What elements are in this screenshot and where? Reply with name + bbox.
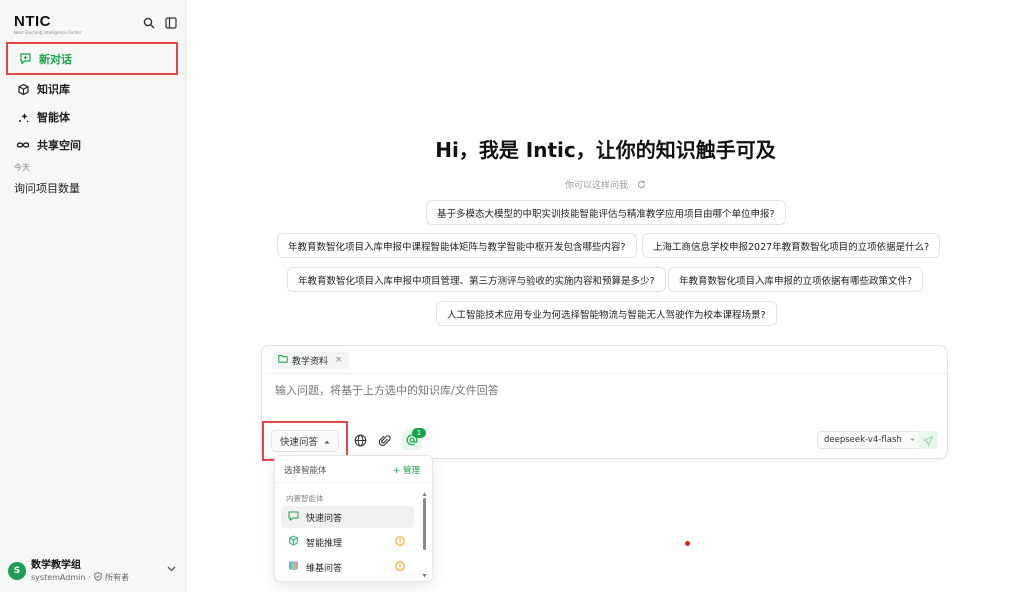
agent-option-wiki-qa[interactable]: 维基问答 [281,556,414,578]
caret-down-icon [910,435,915,445]
sidebar-item-label: 新对话 [39,52,72,66]
main-area: Hi，我是 Intic，让你的知识触手可及 你可以这样问我 基于多模态大模型的中… [187,0,1024,592]
caret-down-icon [324,436,330,447]
sidebar-item-label: 智能体 [37,111,70,124]
sidebar-toggle-icon[interactable] [164,16,178,30]
folder-icon [278,354,288,366]
dropdown-header: 选择智能体 [284,466,327,476]
agent-option-label: 智能推理 [306,538,343,549]
page-title: Hi，我是 Intic，让你的知识触手可及 [435,138,776,162]
model-selector[interactable]: deepseek-v4-flash [817,431,922,449]
warning-icon [395,535,405,549]
sidebar-item-new-chat[interactable]: 新对话 [6,42,178,75]
paperclip-icon[interactable] [378,433,392,447]
book-icon [288,560,299,574]
user-name: 数学教学组 [31,559,81,571]
count-badge: 1 [412,428,426,438]
sidebar-item-agents[interactable]: 智能体 [6,103,178,131]
sidebar: NTIC Next Teaching Intelligence Center 新… [0,0,186,592]
chevron-down-icon[interactable] [167,564,176,575]
suggestion-chip[interactable]: 基于多模态大模型的中职实训技能智能评估与精准教学应用项目由哪个单位申报? [426,200,786,225]
suggestion-chip[interactable]: 年教育数智化项目入库申报中课程智能体矩阵与教学智能中枢开发包含哪些内容? [277,233,637,258]
history-item[interactable]: 询问项目数量 [14,180,80,196]
chat-composer: 教学资料 × 快速问答 [261,345,948,461]
refresh-icon[interactable] [637,180,646,192]
manage-link[interactable]: + 管理 [393,464,420,476]
agent-option-reasoning[interactable]: 智能推理 [281,531,414,553]
cube-icon [288,535,299,549]
user-profile[interactable]: S 数学教学组 systemAdmin · 所有者 [8,556,180,586]
send-icon [922,431,934,450]
suggestion-hint: 你可以这样问我 [187,178,1024,192]
agent-option-label: 快速问答 [306,513,343,524]
avatar: S [8,562,26,580]
agent-dropdown: 选择智能体 + 管理 内置智能体 快速问答 智能推理 维基问答 [274,455,433,582]
suggestion-chip[interactable]: 人工智能技术应用专业为何选择智能物流与智能无人驾驶作为校本课程场景? [436,301,777,326]
user-role: 所有者 [104,573,129,582]
sidebar-item-knowledge-base[interactable]: 知识库 [6,75,178,103]
brand-logo: NTIC Next Teaching Intelligence Center [14,13,82,36]
knowledge-base-tag[interactable]: 教学资料 × [272,351,349,369]
user-info: 数学教学组 systemAdmin · 所有者 [31,559,129,584]
infinity-icon [16,138,30,152]
cursor-indicator [685,541,690,546]
count-badge-value: 1 [416,429,422,437]
mode-label: 快速问答 [279,437,318,448]
agent-option-quick-qa[interactable]: 快速问答 [281,506,414,528]
suggestion-chip[interactable]: 年教育数智化项目入库申报中项目管理、第三方测评与验收的实施内容和预算是多少? [287,267,666,292]
suggestion-chip[interactable]: 上海工商信息学校申报2027年教育数智化项目的立项依据是什么? [642,233,941,258]
divider [275,482,432,483]
knowledge-base-tag-label: 教学资料 [292,356,329,367]
model-label: deepseek-v4-flash [824,435,902,445]
user-meta: systemAdmin · 所有者 [31,571,129,584]
search-icon[interactable] [142,16,156,30]
warning-icon [395,560,405,574]
box-icon [16,82,30,96]
shield-icon [94,571,102,584]
user-separator: · [88,573,91,582]
close-icon[interactable]: × [335,355,343,365]
app-window: NTIC Next Teaching Intelligence Center 新… [0,0,1024,592]
sidebar-item-label: 共享空间 [37,139,81,152]
divider [262,373,947,374]
suggestion-chip[interactable]: 年教育数智化项目入库申报的立项依据有哪些政策文件? [668,267,924,292]
brand-tagline: Next Teaching Intelligence Center [14,30,82,35]
dropdown-group-label: 内置智能体 [286,494,324,503]
suggestion-hint-label: 你可以这样问我 [565,181,629,191]
user-account: systemAdmin [31,573,86,582]
history-section-label: 今天 [14,163,30,172]
sidebar-item-label: 知识库 [37,83,70,96]
question-input[interactable] [275,384,875,397]
mode-selector-button[interactable]: 快速问答 [270,430,339,452]
new-chat-icon [18,52,32,66]
sidebar-item-shared-space[interactable]: 共享空间 [6,131,178,159]
globe-icon[interactable] [353,433,367,447]
brand-name: NTIC [14,13,51,30]
agent-option-label: 维基问答 [306,563,343,574]
sparkle-icon [16,110,30,124]
sidebar-top-actions [142,16,178,30]
chat-icon [288,511,299,524]
send-button[interactable] [918,431,938,449]
dropdown-scrollbar[interactable] [422,492,427,578]
sidebar-nav: 新对话 知识库 智能体 共享空间 [6,42,178,159]
